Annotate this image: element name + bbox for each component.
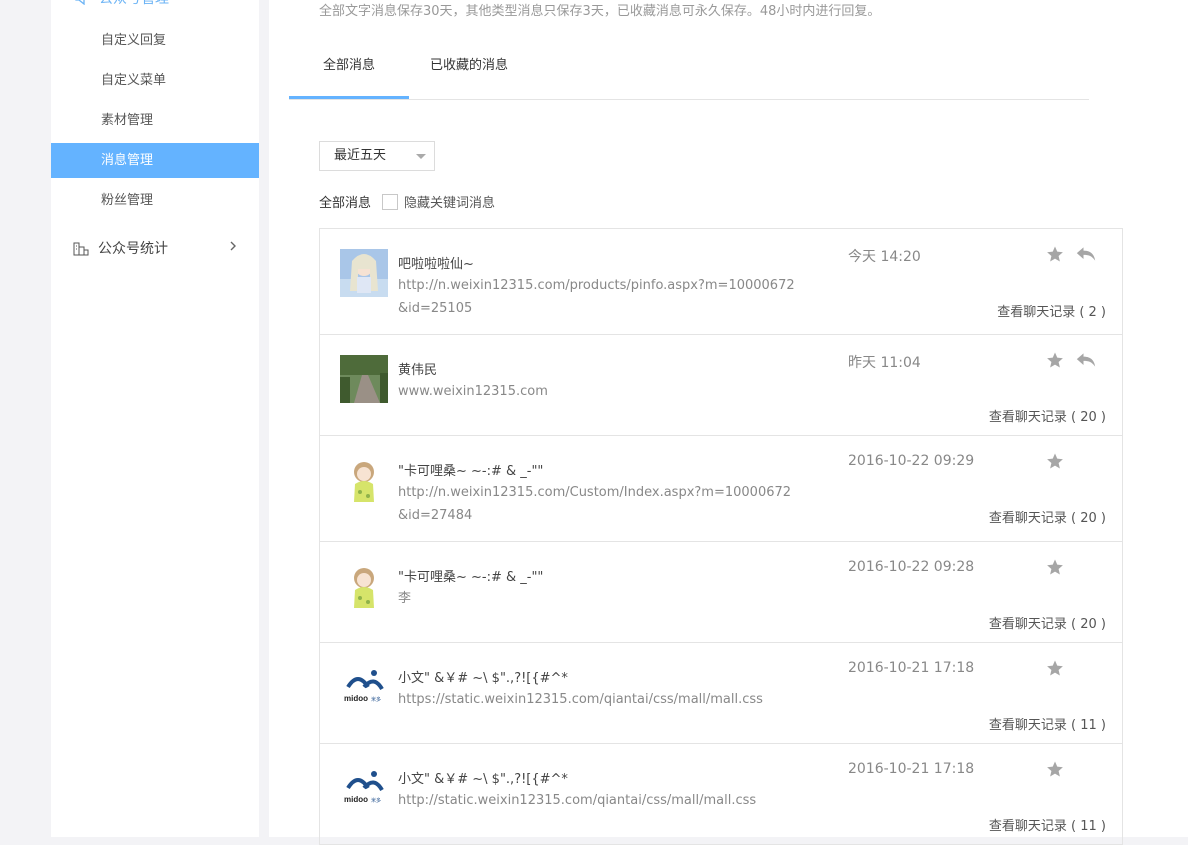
sender-name: "卡可哩桑~ ~-:# & _-"" bbox=[398, 570, 544, 585]
message-row: midoo 米多 小文" &￥# ~\ $".,?![{#^* https://… bbox=[320, 643, 1122, 744]
midoo-logo-text-cn: 米多 bbox=[371, 696, 381, 703]
caret-down-icon bbox=[416, 154, 426, 159]
hide-keyword-label[interactable]: 隐藏关键词消息 bbox=[404, 192, 495, 211]
message-row: "卡可哩桑~ ~-:# & _-"" 李 2016-10-22 09:28 查看… bbox=[320, 542, 1122, 643]
sender-name: 吧啦啦啦仙~ bbox=[398, 257, 474, 272]
sidebar-group-wechat[interactable]: 公众号管理 bbox=[75, 0, 169, 8]
filter-label: 全部消息 bbox=[319, 196, 372, 211]
message-content: 李 bbox=[398, 591, 412, 606]
view-chat-history-link[interactable]: 查看聊天记录 ( 11 ) bbox=[989, 714, 1106, 733]
star-icon[interactable] bbox=[1046, 659, 1064, 677]
sender-name: "卡可哩桑~ ~-:# & _-"" bbox=[398, 464, 544, 479]
avatar[interactable] bbox=[340, 355, 388, 403]
view-chat-history-link[interactable]: 查看聊天记录 ( 2 ) bbox=[997, 301, 1106, 320]
sender-name: 黄伟民 bbox=[398, 363, 438, 378]
view-chat-history-link[interactable]: 查看聊天记录 ( 20 ) bbox=[989, 507, 1106, 526]
sidebar-item-label: 粉丝管理 bbox=[101, 193, 154, 208]
message-row: "卡可哩桑~ ~-:# & _-"" http://n.weixin12315.… bbox=[320, 436, 1122, 542]
building-chart-icon bbox=[73, 242, 89, 256]
hide-keyword-checkbox[interactable] bbox=[382, 193, 399, 210]
message-filter: 全部消息 隐藏关键词消息 bbox=[319, 192, 495, 211]
main-panel: 全部文字消息保存30天，其他类型消息只保存3天，已收藏消息可永久保存。48小时内… bbox=[269, 0, 1188, 845]
message-row: 吧啦啦啦仙~ http://n.weixin12315.com/products… bbox=[320, 229, 1122, 335]
retention-notice: 全部文字消息保存30天，其他类型消息只保存3天，已收藏消息可永久保存。48小时内… bbox=[319, 4, 881, 19]
sidebar-stats-label: 公众号统计 bbox=[98, 241, 168, 257]
message-content: www.weixin12315.com bbox=[398, 384, 548, 399]
message-row: 黄伟民 www.weixin12315.com 昨天 11:04 查看聊天记录 … bbox=[320, 335, 1122, 436]
star-icon[interactable] bbox=[1046, 760, 1064, 778]
midoo-logo-text-cn: 米多 bbox=[371, 797, 381, 804]
message-content: http://static.weixin12315.com/qiantai/cs… bbox=[398, 793, 757, 808]
sidebar-item-fans[interactable]: 粉丝管理 bbox=[51, 183, 259, 218]
sidebar-item-label: 消息管理 bbox=[101, 153, 154, 168]
sidebar-item-custom-menu[interactable]: 自定义菜单 bbox=[51, 63, 259, 98]
view-chat-history-link[interactable]: 查看聊天记录 ( 20 ) bbox=[989, 613, 1106, 632]
message-tabs: 全部消息 已收藏的消息 bbox=[289, 42, 1089, 100]
message-time: 2016-10-22 09:28 bbox=[848, 559, 975, 575]
chevron-right-icon bbox=[230, 241, 236, 251]
sidebar-item-label: 自定义菜单 bbox=[101, 73, 167, 88]
view-chat-history-link[interactable]: 查看聊天记录 ( 20 ) bbox=[989, 406, 1106, 425]
message-content: http://n.weixin12315.com/products/pinfo.… bbox=[398, 278, 795, 316]
sender-name: 小文" &￥# ~\ $".,?![{#^* bbox=[398, 671, 568, 686]
message-list: 吧啦啦啦仙~ http://n.weixin12315.com/products… bbox=[319, 228, 1123, 845]
reply-icon[interactable] bbox=[1076, 352, 1096, 368]
sidebar-item-label: 自定义回复 bbox=[101, 33, 167, 48]
midoo-logo-text: midoo bbox=[344, 795, 368, 804]
sidebar: 公众号管理 自定义回复 自定义菜单 素材管理 消息管理 粉丝管理 公众号统计 bbox=[51, 0, 259, 837]
avatar[interactable] bbox=[340, 249, 388, 297]
speaker-icon bbox=[75, 0, 85, 5]
star-icon[interactable] bbox=[1046, 558, 1064, 576]
message-time: 今天 14:20 bbox=[848, 249, 921, 265]
reply-icon[interactable] bbox=[1076, 246, 1096, 262]
sidebar-item-materials[interactable]: 素材管理 bbox=[51, 103, 259, 138]
tab-starred-messages[interactable]: 已收藏的消息 bbox=[419, 42, 519, 99]
sidebar-item-label: 素材管理 bbox=[101, 113, 154, 128]
sidebar-item-stats[interactable]: 公众号统计 bbox=[73, 236, 243, 260]
midoo-logo-avatar[interactable]: midoo 米多 bbox=[340, 764, 388, 812]
message-time: 昨天 11:04 bbox=[848, 355, 921, 371]
sidebar-item-custom-reply[interactable]: 自定义回复 bbox=[51, 23, 259, 58]
star-icon[interactable] bbox=[1046, 452, 1064, 470]
midoo-logo-avatar[interactable]: midoo 米多 bbox=[340, 663, 388, 711]
star-icon[interactable] bbox=[1046, 351, 1064, 369]
avatar[interactable] bbox=[340, 562, 388, 610]
message-time: 2016-10-22 09:29 bbox=[848, 453, 975, 469]
view-chat-history-link[interactable]: 查看聊天记录 ( 11 ) bbox=[989, 815, 1106, 834]
midoo-logo-text: midoo bbox=[344, 694, 368, 703]
tab-all-messages[interactable]: 全部消息 bbox=[289, 42, 409, 99]
message-content: https://static.weixin12315.com/qiantai/c… bbox=[398, 692, 763, 707]
period-select-value: 最近五天 bbox=[334, 148, 387, 163]
sidebar-group-label: 公众号管理 bbox=[99, 0, 169, 8]
message-row: midoo 米多 小文" &￥# ~\ $".,?![{#^* http://s… bbox=[320, 744, 1122, 845]
avatar[interactable] bbox=[340, 456, 388, 504]
star-icon[interactable] bbox=[1046, 245, 1064, 263]
period-select[interactable]: 最近五天 bbox=[319, 141, 435, 171]
sidebar-item-messages[interactable]: 消息管理 bbox=[51, 143, 259, 178]
sender-name: 小文" &￥# ~\ $".,?![{#^* bbox=[398, 772, 568, 787]
message-content: http://n.weixin12315.com/Custom/Index.as… bbox=[398, 485, 792, 523]
message-time: 2016-10-21 17:18 bbox=[848, 761, 975, 777]
message-time: 2016-10-21 17:18 bbox=[848, 660, 975, 676]
